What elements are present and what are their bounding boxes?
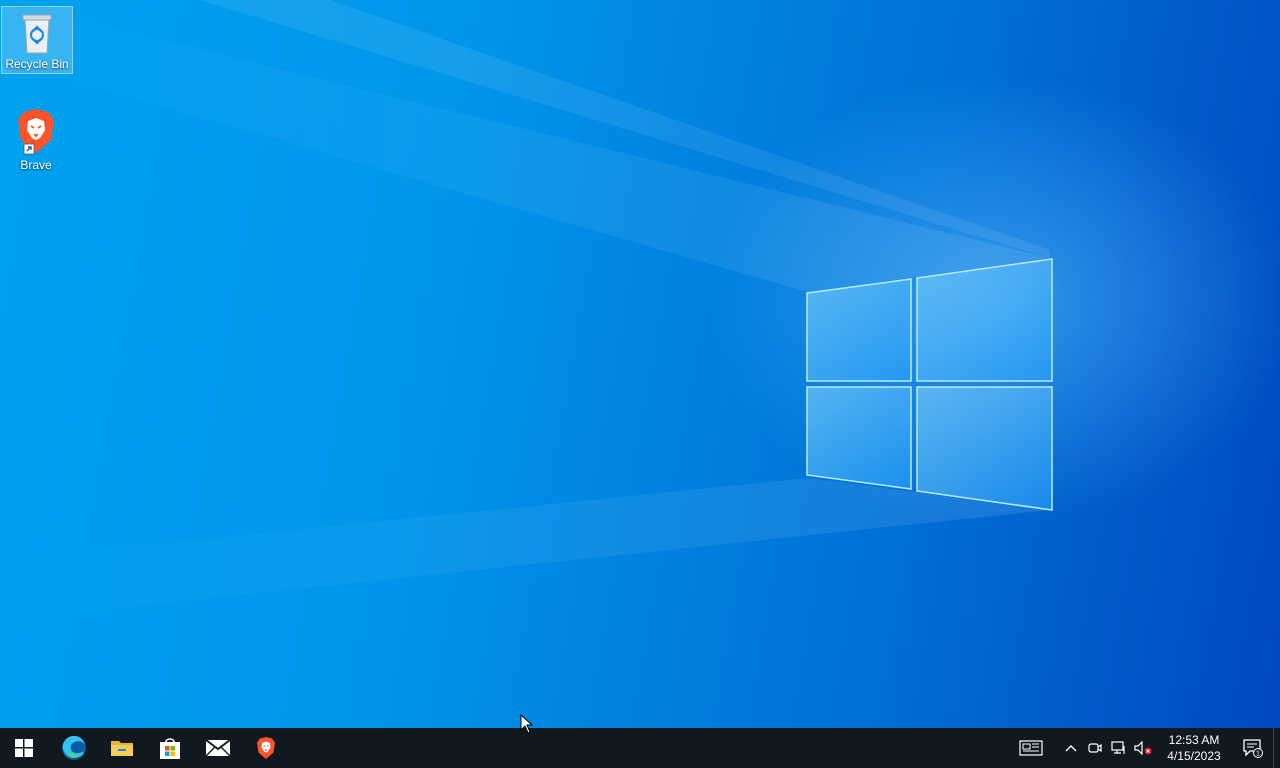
show-hidden-icons-button[interactable] — [1059, 728, 1083, 768]
store-icon — [160, 738, 180, 759]
edge-icon — [62, 735, 86, 760]
desktop-icon-label: Brave — [20, 158, 52, 172]
desktop-icon-label: Recycle Bin — [5, 57, 69, 71]
windows-start-icon — [15, 739, 33, 757]
taskbar: 12:53 AM 4/15/2023 1 — [0, 728, 1280, 768]
desktop-icon-recycle-bin[interactable]: Recycle Bin — [1, 6, 73, 74]
desktop-icon-brave[interactable]: Brave — [0, 102, 72, 172]
windows-logo-wallpaper — [0, 0, 1053, 620]
brave-lion-icon — [18, 109, 54, 155]
action-center-button[interactable]: 1 — [1233, 728, 1273, 768]
volume-muted-icon — [1134, 741, 1152, 755]
taskbar-clock[interactable]: 12:53 AM 4/15/2023 — [1155, 732, 1233, 764]
meet-now-button[interactable] — [1083, 728, 1107, 768]
network-icon — [1111, 741, 1125, 754]
start-button[interactable] — [0, 728, 48, 768]
desktop-background[interactable]: Recycle Bin Brave — [0, 0, 1280, 728]
notification-icon: 1 — [1243, 739, 1263, 758]
recycle-bin-icon — [22, 14, 52, 54]
brave-lion-icon — [257, 737, 275, 759]
meet-now-icon — [1088, 743, 1102, 753]
notification-count: 1 — [1256, 751, 1260, 758]
news-and-interests-button[interactable] — [1011, 728, 1051, 768]
network-button[interactable] — [1107, 728, 1131, 768]
taskbar-mail-button[interactable] — [194, 728, 242, 768]
chevron-up-icon — [1065, 745, 1077, 752]
news-icon — [1019, 740, 1043, 756]
taskbar-file-explorer-button[interactable] — [98, 728, 146, 768]
clock-date: 4/15/2023 — [1167, 749, 1221, 763]
taskbar-brave-button[interactable] — [242, 728, 290, 768]
taskbar-edge-button[interactable] — [50, 728, 98, 768]
volume-button[interactable] — [1131, 728, 1155, 768]
clock-time: 12:53 AM — [1168, 733, 1220, 747]
system-tray: 12:53 AM 4/15/2023 1 — [1011, 728, 1280, 768]
folder-icon — [111, 741, 133, 756]
taskbar-store-button[interactable] — [146, 728, 194, 768]
show-desktop-button[interactable] — [1273, 728, 1280, 768]
mail-icon — [205, 739, 231, 757]
